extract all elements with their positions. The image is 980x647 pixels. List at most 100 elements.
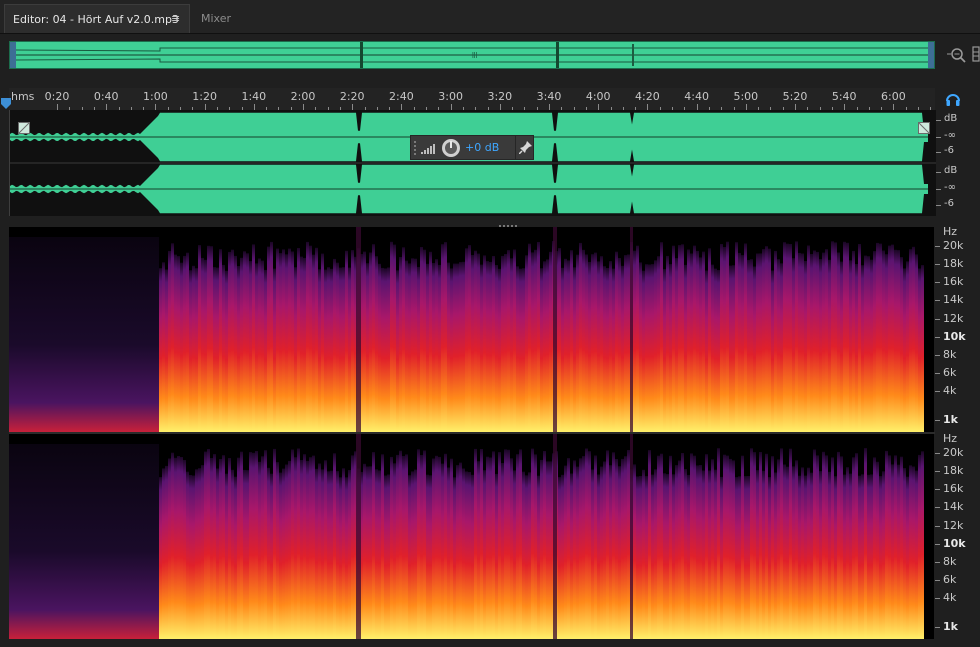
spectrogram-column (507, 449, 510, 639)
spectrogram-column (573, 460, 576, 639)
spectrogram-column (288, 460, 291, 639)
hz-label: 4k (943, 591, 957, 604)
spectrogram-column (528, 243, 531, 432)
overview-handle-left[interactable] (10, 42, 16, 68)
spectrogram-column (255, 263, 258, 432)
spectrogram-column (642, 469, 645, 639)
hz-tick (935, 282, 940, 283)
spectrogram-column (210, 458, 213, 639)
spectrogram-column (666, 255, 669, 432)
hz-tick (935, 337, 940, 338)
tab-mixer[interactable]: Mixer (193, 4, 255, 32)
fade-in-handle-icon[interactable] (18, 122, 30, 137)
spectrogram-column (621, 458, 624, 639)
tab-editor[interactable]: Editor: 04 - Hört Auf v2.0.mp3 ≡ (4, 4, 190, 33)
spectrogram-column (255, 451, 258, 639)
spectrogram-column (693, 245, 696, 432)
spectrogram-column (411, 258, 414, 432)
spectrogram-column (423, 450, 426, 639)
spectrogram-dip (630, 227, 633, 432)
spectrogram-column (405, 260, 408, 432)
spectrogram-column (375, 256, 378, 432)
knob-icon[interactable] (441, 138, 461, 161)
ruler-tick-label: 5:40 (831, 90, 857, 103)
clip-gain-value[interactable]: +0 dB (465, 141, 499, 154)
spectrogram-column (573, 267, 576, 432)
spectrogram-column (891, 464, 894, 639)
hud-grip-icon[interactable] (413, 140, 417, 159)
spectrogram-column (804, 261, 807, 432)
spectral-display-right[interactable] (9, 434, 934, 639)
spectrogram-column (363, 463, 366, 639)
spectrogram-column (684, 469, 687, 639)
overview-waveform[interactable]: lll (9, 41, 935, 69)
spectrogram-column (627, 450, 630, 639)
spectrogram-column (918, 454, 921, 639)
spectrogram-column (522, 268, 525, 432)
spectrogram-column (498, 268, 501, 432)
spectrogram-column (657, 256, 660, 432)
spectrogram-column (765, 453, 768, 639)
spectrogram-column (486, 456, 489, 639)
spectrogram-column (312, 254, 315, 432)
spectrogram-column (762, 470, 765, 639)
spectrogram-column (549, 461, 552, 639)
waveform-display[interactable] (9, 110, 936, 216)
spectrogram-column (378, 470, 381, 639)
tab-menu-icon[interactable]: ≡ (171, 12, 180, 25)
spectrogram-column (516, 454, 519, 639)
spectrogram-column (831, 241, 834, 432)
headphone-icon[interactable] (944, 90, 962, 108)
spectrogram-column (564, 465, 567, 639)
spectrogram-column (252, 452, 255, 639)
spectrogram-column (813, 449, 816, 639)
spectrogram-column (501, 463, 504, 639)
spectrogram-column (759, 253, 762, 432)
spectrogram-column (423, 249, 426, 432)
spectrogram-column (774, 250, 777, 432)
spectrogram-column (162, 262, 165, 432)
spectrogram-column (345, 250, 348, 432)
panel-resize-grip[interactable] (498, 218, 520, 227)
hz-tick (935, 471, 940, 472)
spectrogram-column (864, 448, 867, 639)
hz-tick (935, 489, 940, 490)
spectrogram-column (483, 255, 486, 432)
spectrogram-column (903, 268, 906, 432)
spectrogram-column (870, 259, 873, 432)
spectrogram-column (525, 255, 528, 432)
spectrogram-column (900, 257, 903, 432)
hz-tick (935, 453, 940, 454)
spectrogram-column (885, 254, 888, 432)
playhead-icon[interactable] (1, 98, 13, 110)
spectrogram-column (276, 248, 279, 432)
spectrogram-dip (553, 434, 557, 639)
panel-icon[interactable] (972, 45, 980, 63)
spectrogram-column (579, 458, 582, 639)
spectrogram-column (645, 264, 648, 432)
spectrogram-column (810, 254, 813, 432)
spectrogram-column (744, 243, 747, 432)
spectrogram-column (792, 258, 795, 432)
spectrogram-column (564, 258, 567, 432)
pin-icon[interactable] (518, 140, 533, 157)
hz-label: 6k (943, 573, 957, 586)
spectrogram-column (876, 461, 879, 639)
spectrogram-column (588, 451, 591, 639)
zoom-icon[interactable] (946, 45, 968, 65)
spectrogram-column (414, 258, 417, 432)
clip-gain-hud[interactable]: +0 dB (410, 135, 534, 160)
time-ruler[interactable]: hms 0:20 0:40 1:00 1:20 1:40 2:00 2:20 2:40 3:00… (9, 88, 935, 111)
spectrogram-column (642, 270, 645, 432)
spectrogram-column (243, 251, 246, 432)
spectral-display-left[interactable] (9, 227, 934, 432)
fade-handle-icon[interactable] (918, 122, 930, 137)
overview-handle-right[interactable] (928, 42, 934, 68)
spectrogram-svg-right (9, 434, 924, 639)
spectrogram-column (372, 244, 375, 432)
spectrogram-column (897, 464, 900, 639)
spectrogram-column (339, 477, 342, 639)
spectrogram-column (474, 250, 477, 432)
spectrogram-column (732, 265, 735, 432)
spectrogram-column (426, 474, 429, 639)
